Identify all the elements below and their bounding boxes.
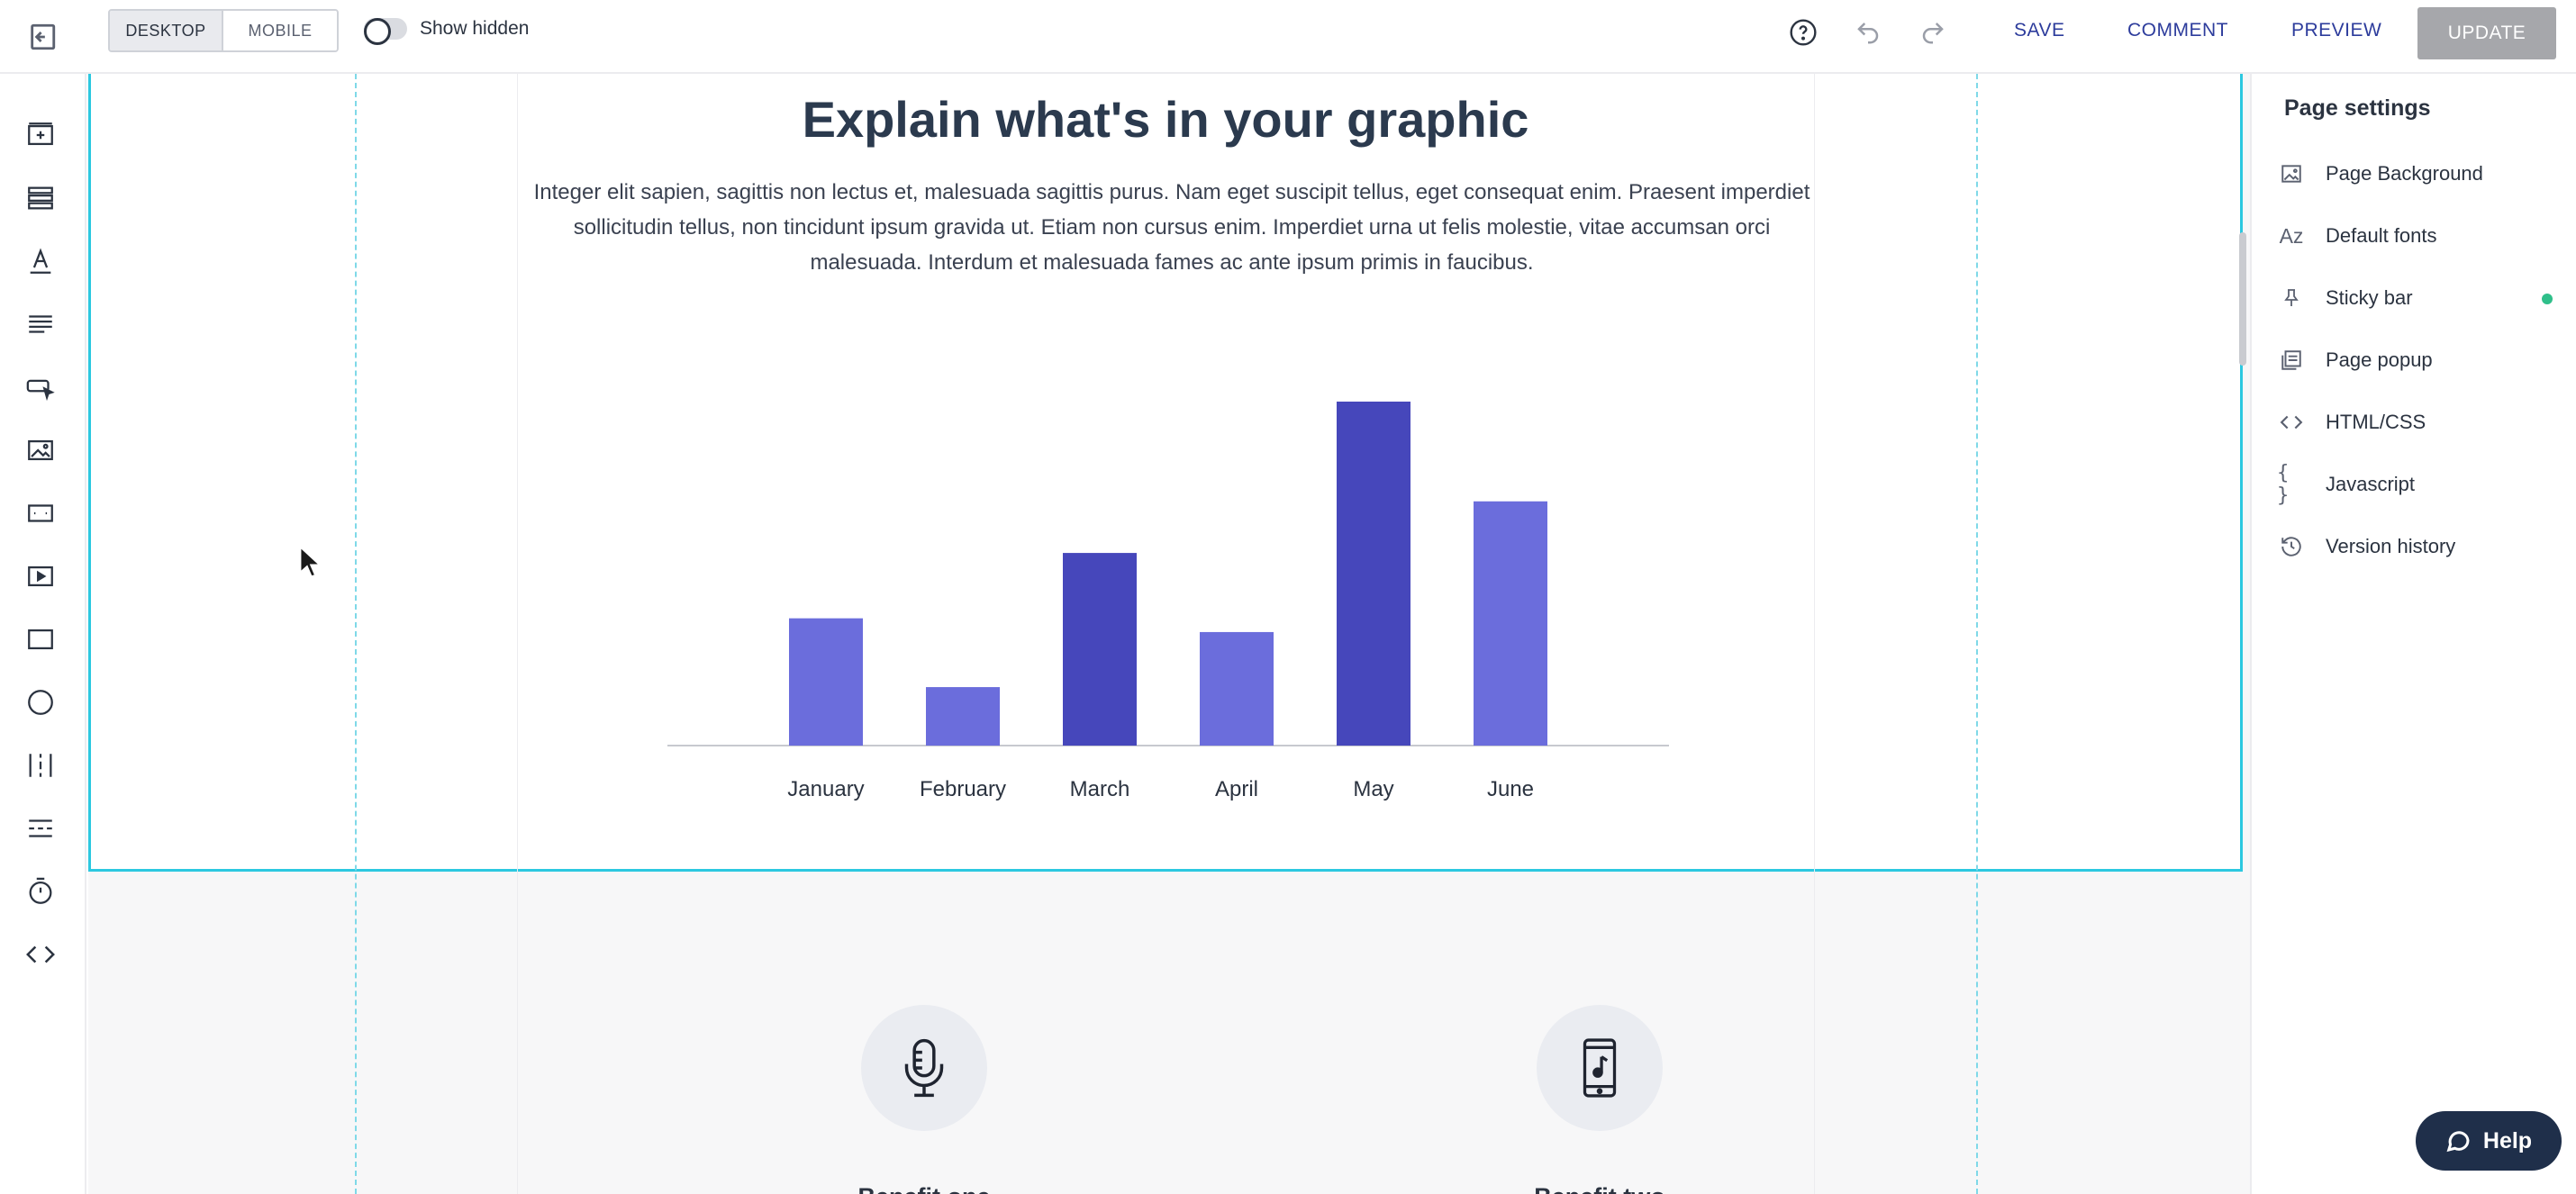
benefit-two-title[interactable]: Benefit two xyxy=(1447,1183,1753,1194)
paragraph-icon[interactable] xyxy=(23,306,59,342)
content-guide-right xyxy=(1814,74,1815,1194)
benefit-one-icon-circle xyxy=(861,1005,987,1131)
phone-music-icon xyxy=(1583,1038,1617,1098)
element-toolbar xyxy=(0,74,86,1194)
chat-bubble-icon xyxy=(2446,1131,2470,1153)
page-popup-label: Page popup xyxy=(2326,348,2433,371)
page-canvas[interactable]: Explain what's in your graphic Integer e… xyxy=(88,74,2250,1194)
code-icon xyxy=(2277,408,2306,437)
mobile-view-button[interactable]: MOBILE xyxy=(223,11,337,50)
javascript-label: Javascript xyxy=(2326,473,2416,495)
rectangle-icon[interactable] xyxy=(23,621,59,657)
help-circle-icon[interactable] xyxy=(1785,14,1821,50)
chart-tick-label: February xyxy=(920,777,1006,801)
column-guide-left xyxy=(355,74,357,1194)
html-css-item[interactable]: HTML/CSS xyxy=(2277,400,2565,445)
text-icon[interactable] xyxy=(23,243,59,279)
desktop-view-button[interactable]: DESKTOP xyxy=(110,11,223,50)
show-hidden-toggle[interactable] xyxy=(364,18,407,45)
chart-bar-march xyxy=(1063,553,1137,746)
version-history-item[interactable]: Version history xyxy=(2277,524,2565,569)
help-label: Help xyxy=(2482,1127,2533,1153)
microphone-icon xyxy=(904,1038,944,1098)
show-hidden-control[interactable]: Show hidden xyxy=(364,18,530,45)
show-hidden-label: Show hidden xyxy=(420,18,530,39)
javascript-item[interactable]: { } Javascript xyxy=(2277,462,2565,507)
box-icon[interactable] xyxy=(23,495,59,531)
save-button[interactable]: SAVE xyxy=(2014,20,2064,41)
page-settings-panel: Page settings Page Background Az Default… xyxy=(2250,74,2576,1194)
top-toolbar: DESKTOP MOBILE Show hidden SAVE COMMENT … xyxy=(0,0,2576,74)
exit-editor-button[interactable] xyxy=(22,16,63,58)
bar-chart[interactable]: January February March April May June xyxy=(91,74,2245,872)
rows-icon[interactable] xyxy=(23,180,59,216)
sticky-bar-label: Sticky bar xyxy=(2326,286,2413,309)
html-css-label: HTML/CSS xyxy=(2326,411,2426,433)
chart-bar-june xyxy=(1474,501,1547,746)
add-section-icon[interactable] xyxy=(23,117,59,153)
column-guide-right xyxy=(1976,74,1978,1194)
version-history-label: Version history xyxy=(2326,535,2456,557)
code-icon[interactable] xyxy=(23,936,59,972)
help-button[interactable]: Help xyxy=(2416,1111,2562,1171)
button-icon[interactable] xyxy=(23,369,59,405)
chart-tick-label: April xyxy=(1215,777,1258,801)
braces-icon: { } xyxy=(2277,462,2290,507)
chart-bar-january xyxy=(789,618,863,746)
preview-button[interactable]: PREVIEW xyxy=(2291,20,2381,41)
exit-icon xyxy=(31,23,56,50)
image-icon xyxy=(2277,159,2306,188)
update-button[interactable]: UPDATE xyxy=(2417,7,2556,59)
redo-icon[interactable] xyxy=(1915,14,1951,50)
chart-bar-april xyxy=(1200,631,1274,746)
pin-icon xyxy=(2277,284,2306,312)
comment-button[interactable]: COMMENT xyxy=(2127,20,2228,41)
chart-tick-label: June xyxy=(1487,777,1534,801)
benefit-one[interactable]: Benefit one xyxy=(771,1005,1077,1194)
mouse-cursor-icon xyxy=(299,546,322,578)
default-fonts-item[interactable]: Az Default fonts xyxy=(2277,213,2565,258)
image-icon[interactable] xyxy=(23,432,59,468)
benefit-two[interactable]: Benefit two xyxy=(1447,1005,1753,1194)
divider-icon[interactable] xyxy=(23,810,59,846)
benefit-two-icon-circle xyxy=(1537,1005,1663,1131)
chart-bar-may xyxy=(1337,402,1410,746)
fonts-icon: Az xyxy=(2279,223,2304,248)
circle-icon[interactable] xyxy=(23,684,59,720)
history-icon xyxy=(2277,532,2306,561)
undo-icon[interactable] xyxy=(1850,14,1886,50)
chart-tick-label: March xyxy=(1070,777,1130,801)
default-fonts-label: Default fonts xyxy=(2326,224,2437,247)
sticky-bar-item[interactable]: Sticky bar xyxy=(2277,276,2565,321)
chart-tick-label: May xyxy=(1353,777,1393,801)
chart-section[interactable]: Explain what's in your graphic Integer e… xyxy=(88,74,2243,872)
page-settings-title: Page settings xyxy=(2284,95,2431,121)
sticky-bar-active-dot xyxy=(2542,294,2553,304)
chart-bar-february xyxy=(926,687,1000,746)
page-popup-item[interactable]: Page popup xyxy=(2277,338,2565,383)
benefit-one-title[interactable]: Benefit one xyxy=(771,1183,1077,1194)
timer-icon[interactable] xyxy=(23,873,59,909)
view-toggle: DESKTOP MOBILE xyxy=(108,9,339,52)
page-background-item[interactable]: Page Background xyxy=(2277,151,2565,196)
content-guide-left xyxy=(517,74,518,1194)
page-background-label: Page Background xyxy=(2326,162,2483,185)
popup-icon xyxy=(2277,346,2306,375)
columns-icon[interactable] xyxy=(23,747,59,783)
canvas-scrollbar[interactable] xyxy=(2239,232,2246,366)
chart-tick-label: January xyxy=(787,777,864,801)
video-icon[interactable] xyxy=(23,558,59,594)
